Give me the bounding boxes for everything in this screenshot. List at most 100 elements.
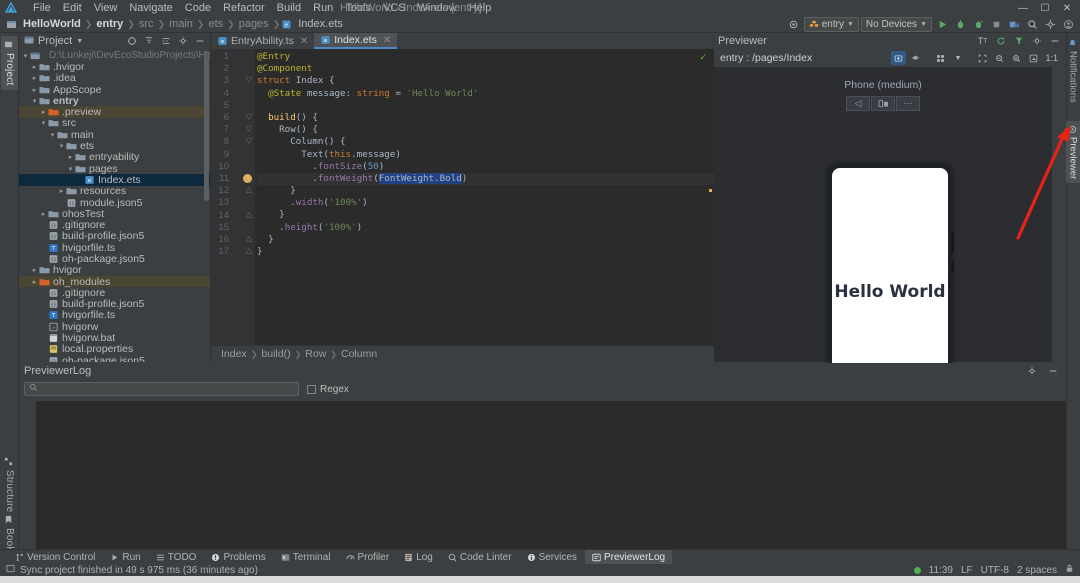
previewerlog-header-actions[interactable] <box>1024 364 1061 379</box>
bottom-tab-run[interactable]: Run <box>103 550 147 565</box>
hide-panel-icon[interactable] <box>192 34 208 49</box>
main-toolbar[interactable]: entry ▼ No Devices ▼ <box>786 16 1076 33</box>
tree-item[interactable]: {} oh-package.json5 <box>19 355 210 362</box>
previewer-toolbar-actions[interactable]: ▼ 1:1 <box>891 51 1060 65</box>
debug-button[interactable] <box>952 17 968 32</box>
sidebar-item-previewer[interactable]: Previewer <box>1066 121 1080 184</box>
code-line[interactable]: } <box>257 246 714 258</box>
locate-file-icon[interactable] <box>124 34 140 49</box>
menu-item-refactor[interactable]: Refactor <box>217 0 271 16</box>
code-line[interactable]: } <box>257 209 714 221</box>
search-icon[interactable] <box>1024 17 1040 32</box>
menu-item-file[interactable]: File <box>27 0 57 16</box>
previewer-canvas[interactable]: Phone (medium) ◁ ⋯ Hello World <box>714 67 1052 396</box>
maximize-button[interactable]: ☐ <box>1034 0 1056 16</box>
tree-item[interactable]: {} module.json5 <box>19 197 210 209</box>
expand-all-icon[interactable] <box>141 34 157 49</box>
zoom-in-icon[interactable] <box>1009 51 1024 65</box>
tree-expand-arrow-icon[interactable]: ▾ <box>39 119 48 127</box>
bottom-tab-todo[interactable]: TODO <box>149 550 204 565</box>
code-editor[interactable]: 1 2 3 ▽ 4 5 6 ▽ 7 ▽ 8 ▽ 9 10 11 12 △ 13 14 △ 15 16 △ 17 △ @Entry… <box>211 49 714 345</box>
zoom-ratio-label[interactable]: 1:1 <box>1043 51 1060 65</box>
tree-expand-arrow-icon[interactable]: ▾ <box>66 165 75 173</box>
code-content[interactable]: @Entry @Component struct Index { @State me… <box>257 49 714 345</box>
tree-item[interactable]: ▾ ets <box>19 140 210 152</box>
menu-item-build[interactable]: Build <box>271 0 307 16</box>
bottom-tab-code-linter[interactable]: Code Linter <box>441 550 519 565</box>
collapse-all-icon[interactable] <box>158 34 174 49</box>
run-configuration-select[interactable]: entry ▼ <box>803 17 859 32</box>
editor-breadcrumb[interactable]: Index ❯ build() ❯ Row ❯ Column <box>211 345 714 362</box>
breadcrumb[interactable]: HelloWorld ❯ entry ❯ src ❯ main ❯ ets ❯ … <box>6 18 346 30</box>
tree-item[interactable]: ▾ src <box>19 117 210 129</box>
code-fold-icon[interactable]: △ <box>245 210 253 219</box>
project-file-tree[interactable]: ▾HelloWorldD:\Lunkeji\DevEcoStudioProjec… <box>19 50 210 362</box>
code-line[interactable]: @Component <box>257 63 714 75</box>
menu-item-edit[interactable]: Edit <box>57 0 88 16</box>
tree-item[interactable]: ▸ oh_modules <box>19 276 210 288</box>
code-fold-icon[interactable]: ▽ <box>245 75 253 84</box>
status-line-separator[interactable]: LF <box>961 565 973 576</box>
project-panel-actions[interactable] <box>124 34 208 49</box>
log-search-input[interactable] <box>24 382 299 396</box>
code-line[interactable]: .width('100%') <box>257 197 714 209</box>
close-button[interactable]: ✕ <box>1056 0 1078 16</box>
more-options-icon[interactable]: ⋯ <box>896 96 920 111</box>
tree-item[interactable]: e Index.ets <box>19 174 210 186</box>
refresh-icon[interactable] <box>993 34 1008 48</box>
filter-icon[interactable] <box>1011 34 1026 48</box>
device-select[interactable]: No Devices ▼ <box>860 17 932 32</box>
close-tab-icon[interactable]: ✕ <box>383 35 391 46</box>
log-settings-icon[interactable] <box>1024 364 1040 379</box>
code-line[interactable]: Column() { <box>257 136 714 148</box>
fit-screen-icon[interactable] <box>975 51 990 65</box>
code-fold-icon[interactable]: △ <box>245 246 253 255</box>
profile-button[interactable] <box>970 17 986 32</box>
tree-expand-arrow-icon[interactable]: ▸ <box>30 86 39 94</box>
code-line[interactable]: @State message: string = 'Hello World' <box>257 88 714 100</box>
bottom-tab-previewerlog[interactable]: PreviewerLog <box>584 549 673 565</box>
code-line[interactable]: build() { <box>257 112 714 124</box>
minimize-button[interactable]: — <box>1012 0 1034 16</box>
orientation-icon[interactable] <box>871 96 895 111</box>
bottom-tool-window-bar[interactable]: Version Control Run TODO Problems Terminal Pr… <box>0 549 1080 565</box>
settings-gear-icon[interactable] <box>786 17 802 32</box>
tree-item[interactable]: ▾HelloWorldD:\Lunkeji\DevEcoStudioProjec… <box>19 50 210 61</box>
regex-checkbox[interactable]: Regex <box>307 384 349 395</box>
editor-tab[interactable]: e EntryAbility.ts ✕ <box>211 33 315 49</box>
menu-item-code[interactable]: Code <box>179 0 217 16</box>
intention-bulb-icon[interactable] <box>243 174 252 183</box>
tree-expand-arrow-icon[interactable]: ▸ <box>57 187 66 195</box>
tree-expand-arrow-icon[interactable]: ▾ <box>21 52 30 60</box>
minimize-previewer-icon[interactable] <box>1047 34 1062 48</box>
tree-expand-arrow-icon[interactable]: ▸ <box>66 153 75 161</box>
tree-expand-arrow-icon[interactable]: ▸ <box>30 266 39 274</box>
tree-item[interactable]: {} oh-package.json5 <box>19 253 210 265</box>
code-fold-icon[interactable]: ▽ <box>245 112 253 121</box>
breadcrumb-ets[interactable]: ets <box>205 18 226 30</box>
breadcrumb-indexets[interactable]: Index.ets <box>295 18 346 30</box>
font-size-icon[interactable]: TT <box>975 34 990 48</box>
tree-item[interactable]: ▸ AppScope <box>19 84 210 96</box>
bottom-tab-problems[interactable]: Problems <box>204 550 272 565</box>
code-fold-icon[interactable]: △ <box>245 234 253 243</box>
sidebar-item-structure[interactable]: Structure <box>1 453 18 516</box>
tree-item[interactable]: ▸ resources <box>19 185 210 197</box>
previewer-toolbar[interactable]: entry : /pages/Index ▼ 1:1 <box>714 49 1066 67</box>
run-button[interactable] <box>934 17 950 32</box>
tree-item[interactable]: ▸ .hvigor <box>19 61 210 73</box>
tree-item[interactable]: > hvigorw <box>19 321 210 333</box>
phone-screen[interactable]: Hello World <box>832 168 948 396</box>
tree-item[interactable]: ▸ entryability <box>19 151 210 163</box>
code-line[interactable]: struct Index { <box>257 75 714 87</box>
tree-item[interactable]: {} .gitignore <box>19 287 210 299</box>
code-fold-icon[interactable]: ▽ <box>245 124 253 133</box>
tree-item[interactable]: local.properties <box>19 343 210 355</box>
hide-log-panel-icon[interactable] <box>1045 364 1061 379</box>
code-line[interactable]: .height('100%') <box>257 222 714 234</box>
code-line[interactable]: Text(this.message) <box>257 149 714 161</box>
stop-button[interactable] <box>988 17 1004 32</box>
code-line[interactable]: } <box>257 185 714 197</box>
tree-item[interactable]: ▾ pages <box>19 163 210 175</box>
close-tab-icon[interactable]: ✕ <box>300 36 308 47</box>
